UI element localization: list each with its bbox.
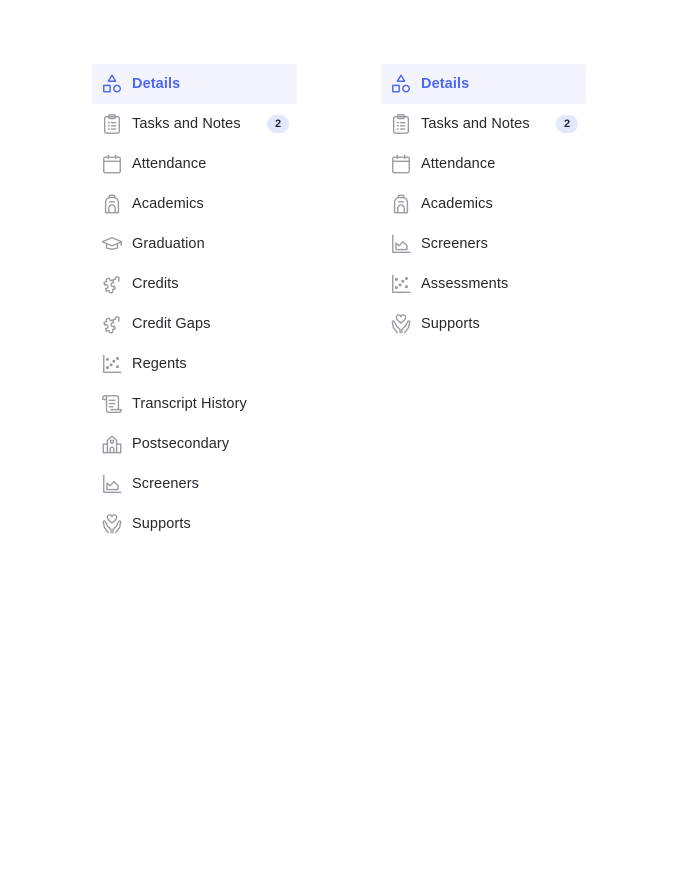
nav-item-label: Graduation xyxy=(132,236,205,252)
nav-item-screeners[interactable]: Screeners xyxy=(92,464,297,504)
nav-item-label: Postsecondary xyxy=(132,436,230,452)
area-chart-icon xyxy=(100,472,124,496)
nav-item-credits[interactable]: Credits xyxy=(92,264,297,304)
nav-item-graduation[interactable]: Graduation xyxy=(92,224,297,264)
puzzle-icon xyxy=(100,272,124,296)
hands-heart-icon xyxy=(389,312,413,336)
scroll-icon xyxy=(100,392,124,416)
nav-item-label: Supports xyxy=(132,516,191,532)
calendar-icon xyxy=(100,152,124,176)
count-badge: 2 xyxy=(267,115,289,133)
nav-item-assessments[interactable]: Assessments xyxy=(381,264,586,304)
nav-item-attendance[interactable]: Attendance xyxy=(92,144,297,184)
nav-item-label: Attendance xyxy=(132,156,207,172)
nav-item-transcript-history[interactable]: Transcript History xyxy=(92,384,297,424)
calendar-icon xyxy=(389,152,413,176)
clipboard-list-icon xyxy=(100,112,124,136)
nav-item-attendance[interactable]: Attendance xyxy=(381,144,586,184)
nav-item-tasks-and-notes[interactable]: Tasks and Notes 2 xyxy=(92,104,297,144)
scatter-plot-icon xyxy=(389,272,413,296)
nav-item-academics[interactable]: Academics xyxy=(92,184,297,224)
clipboard-list-icon xyxy=(389,112,413,136)
school-building-icon xyxy=(100,432,124,456)
nav-item-label: Supports xyxy=(421,316,480,332)
nav-item-label: Screeners xyxy=(421,236,488,252)
nav-item-details[interactable]: Details xyxy=(92,64,297,104)
nav-item-label: Credit Gaps xyxy=(132,316,211,332)
nav-item-label: Tasks and Notes xyxy=(421,116,530,132)
nav-item-label: Details xyxy=(421,76,470,92)
nav-item-label: Details xyxy=(132,76,181,92)
nav-item-label: Regents xyxy=(132,356,187,372)
nav-item-academics[interactable]: Academics xyxy=(381,184,586,224)
nav-item-details[interactable]: Details xyxy=(381,64,586,104)
nav-item-label: Credits xyxy=(132,276,179,292)
nav-item-postsecondary[interactable]: Postsecondary xyxy=(92,424,297,464)
backpack-icon xyxy=(100,192,124,216)
nav-item-screeners[interactable]: Screeners xyxy=(381,224,586,264)
nav-item-label: Screeners xyxy=(132,476,199,492)
nav-item-label: Tasks and Notes xyxy=(132,116,241,132)
shapes-icon xyxy=(100,72,124,96)
nav-item-regents[interactable]: Regents xyxy=(92,344,297,384)
nav-item-supports[interactable]: Supports xyxy=(381,304,586,344)
nav-item-label: Attendance xyxy=(421,156,496,172)
nav-item-tasks-and-notes[interactable]: Tasks and Notes 2 xyxy=(381,104,586,144)
nav-item-supports[interactable]: Supports xyxy=(92,504,297,544)
backpack-icon xyxy=(389,192,413,216)
scatter-plot-icon xyxy=(100,352,124,376)
nav-item-label: Assessments xyxy=(421,276,509,292)
hands-heart-icon xyxy=(100,512,124,536)
right-sidebar-nav: Details Tasks and Notes 2 Attendance Academi… xyxy=(381,64,586,344)
puzzle-icon xyxy=(100,312,124,336)
shapes-icon xyxy=(389,72,413,96)
nav-item-label: Transcript History xyxy=(132,396,247,412)
area-chart-icon xyxy=(389,232,413,256)
left-sidebar-nav: Details Tasks and Notes 2 Attendance Academi… xyxy=(92,64,297,544)
count-badge: 2 xyxy=(556,115,578,133)
graduation-cap-icon xyxy=(100,232,124,256)
nav-item-label: Academics xyxy=(421,196,493,212)
nav-item-label: Academics xyxy=(132,196,204,212)
nav-item-credit-gaps[interactable]: Credit Gaps xyxy=(92,304,297,344)
